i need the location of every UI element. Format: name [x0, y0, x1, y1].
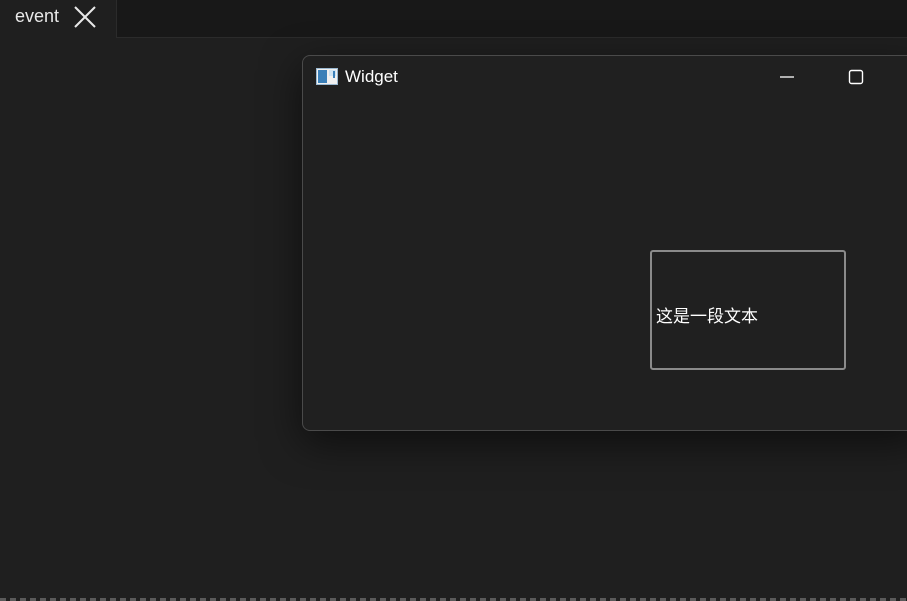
text-label-box: 这是一段文本 [650, 250, 846, 370]
widget-window[interactable]: Widget 这是一段文本 [302, 55, 907, 431]
close-icon[interactable] [73, 5, 97, 29]
maximize-icon[interactable] [842, 66, 870, 88]
tab-bar: event [0, 0, 907, 38]
minimize-icon[interactable] [773, 66, 801, 88]
window-titlebar[interactable]: Widget [303, 56, 907, 98]
tab-label: event [15, 6, 60, 26]
text-box-label: 这是一段文本 [656, 307, 758, 326]
window-title: Widget [345, 67, 398, 86]
app-window-icon [316, 68, 338, 85]
tab-event[interactable]: event [0, 0, 117, 38]
